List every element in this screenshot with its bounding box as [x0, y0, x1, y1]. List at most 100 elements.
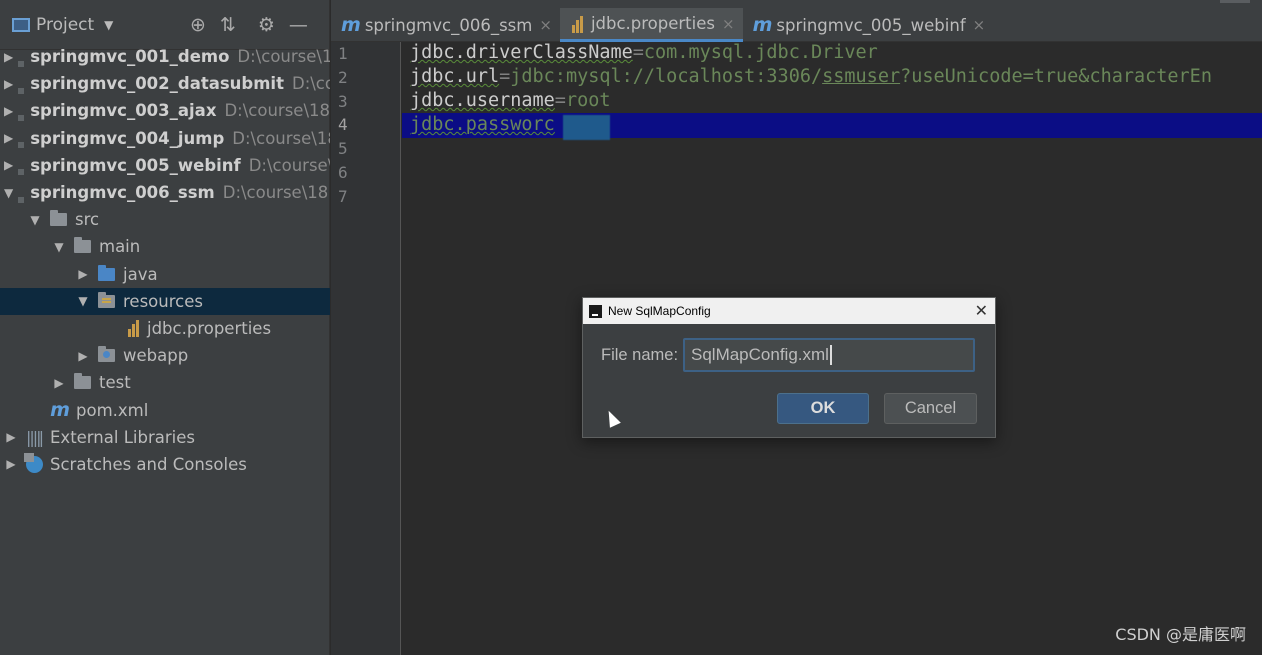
source-folder-icon: [98, 264, 115, 281]
module-name: springmvc_004_jump: [30, 128, 225, 148]
module-path: D:\course\18.Sp: [224, 101, 330, 121]
property-separator: =: [499, 66, 511, 87]
new-sqlmapconfig-dialog: New SqlMapConfig ✕ File name: SqlMapConf…: [582, 297, 996, 438]
project-icon: [12, 17, 30, 32]
dialog-titlebar[interactable]: New SqlMapConfig ✕: [583, 298, 995, 324]
close-icon[interactable]: ×: [973, 16, 986, 34]
folder-icon: [74, 373, 91, 390]
tree-item-springmvc-004-jump[interactable]: ▶ springmvc_004_jump D:\course\18.S: [0, 125, 330, 152]
ok-button[interactable]: OK: [777, 393, 869, 424]
expand-arrow-icon[interactable]: ▶: [76, 267, 90, 281]
expand-arrow-icon[interactable]: ▶: [4, 104, 13, 118]
expand-arrow-icon[interactable]: ▶: [4, 158, 13, 172]
module-name: springmvc_002_datasubmit: [30, 74, 284, 94]
expand-arrow-icon[interactable]: ▶: [4, 430, 18, 444]
file-name: pom.xml: [76, 400, 149, 420]
gear-icon[interactable]: ⚙: [258, 14, 275, 36]
tree-item-pom-xml[interactable]: m pom.xml: [0, 396, 330, 423]
code-line: jdbc.username=root: [410, 89, 611, 113]
tree-item-springmvc-002-datasubmit[interactable]: ▶ springmvc_002_datasubmit D:\cours: [0, 70, 330, 97]
project-view-dropdown[interactable]: Project: [36, 15, 94, 35]
tree-item-springmvc-006-ssm[interactable]: ▼ springmvc_006_ssm D:\course\18.Sp: [0, 179, 330, 206]
collapse-arrow-icon[interactable]: ▼: [4, 186, 13, 200]
web-folder-icon: [98, 346, 115, 363]
collapse-arrow-icon[interactable]: ▼: [76, 294, 90, 308]
collapse-arrow-icon[interactable]: ▼: [28, 213, 42, 227]
property-separator: =: [632, 42, 644, 63]
project-toolbar: ⊕ ⇅ ⚙ —: [190, 14, 308, 36]
line-number-gutter: 1 2 3 4 5 6 7: [331, 42, 401, 655]
folder-icon: [74, 237, 91, 254]
expand-arrow-icon[interactable]: ▶: [4, 131, 13, 145]
line-number: 2: [338, 68, 348, 87]
expand-arrow-icon[interactable]: ▶: [4, 77, 13, 91]
module-name: springmvc_006_ssm: [30, 183, 215, 203]
tree-item-test[interactable]: ▶ test: [0, 369, 330, 396]
line-number: 1: [338, 44, 348, 63]
expand-arrow-icon[interactable]: ▶: [76, 349, 90, 363]
property-key: jdbc.driverClassName: [410, 42, 633, 63]
tree-item-jdbc-properties[interactable]: jdbc.properties: [0, 315, 330, 342]
property-value-link: ssmuser: [822, 66, 901, 87]
expand-arrow-icon[interactable]: ▶: [52, 376, 66, 390]
expand-arrow-icon[interactable]: ▶: [4, 457, 18, 471]
tree-item-scratches[interactable]: ▶ Scratches and Consoles: [0, 451, 330, 478]
maven-icon: m: [50, 399, 70, 422]
line-number: 5: [338, 139, 348, 158]
tab-jdbc-properties[interactable]: jdbc.properties ×: [559, 8, 743, 42]
tree-item-java[interactable]: ▶ java: [0, 261, 330, 288]
property-separator: =: [554, 90, 566, 111]
tree-item-springmvc-001-demo[interactable]: ▶ springmvc_001_demo D:\course\18.S: [0, 43, 330, 70]
minimize-icon[interactable]: —: [289, 14, 308, 36]
property-value: ?useUnicode=true&characterEn: [900, 66, 1212, 87]
collapse-all-icon[interactable]: ⇅: [220, 14, 236, 36]
node-name: External Libraries: [50, 427, 195, 447]
folder-name: test: [99, 373, 131, 393]
chevron-down-icon[interactable]: ▼: [104, 18, 113, 32]
tab-springmvc-006-ssm[interactable]: m springmvc_006_ssm ×: [331, 8, 560, 42]
tree-item-resources[interactable]: ▼ resources: [0, 287, 330, 315]
project-tree: ▶ springmvc_001_demo D:\course\18.S ▶ sp…: [0, 43, 330, 478]
tree-item-springmvc-005-webinf[interactable]: ▶ springmvc_005_webinf D:\course\18.: [0, 152, 330, 179]
code-line: jdbc.driverClassName=com.mysql.jdbc.Driv…: [410, 41, 878, 65]
folder-name: src: [75, 210, 100, 230]
file-name-input-value: SqlMapConfig.xml: [691, 345, 829, 364]
tab-label: springmvc_005_webinf: [776, 15, 966, 35]
locate-icon[interactable]: ⊕: [190, 14, 206, 36]
collapse-arrow-icon[interactable]: ▼: [52, 240, 66, 254]
node-name: Scratches and Consoles: [50, 454, 247, 474]
cancel-button[interactable]: Cancel: [884, 393, 977, 424]
line-number: 3: [338, 92, 348, 111]
tab-label: jdbc.properties: [590, 14, 715, 33]
project-panel: Project ▼ ⊕ ⇅ ⚙ — ▶ springmvc_001_demo D…: [0, 0, 330, 655]
tab-label: springmvc_006_ssm: [364, 15, 533, 35]
expand-arrow-icon[interactable]: ▶: [4, 50, 13, 64]
folder-name: resources: [123, 291, 203, 311]
file-name: jdbc.properties: [147, 318, 272, 338]
resources-folder-icon: [98, 291, 115, 308]
maven-icon: m: [752, 14, 773, 36]
close-icon[interactable]: ✕: [975, 301, 988, 321]
module-name: springmvc_005_webinf: [30, 155, 241, 175]
intellij-icon: [589, 304, 602, 318]
text-caret: [829, 345, 832, 365]
tree-item-main[interactable]: ▼ main: [0, 233, 330, 260]
file-name-input[interactable]: SqlMapConfig.xml: [683, 338, 975, 372]
module-name: springmvc_003_ajax: [30, 101, 217, 121]
close-icon[interactable]: ×: [722, 15, 735, 33]
tree-item-webapp[interactable]: ▶ webapp: [0, 342, 330, 369]
code-line: jdbc.url=jdbc:mysql://localhost:3306/ssm…: [410, 65, 1212, 89]
dialog-title: New SqlMapConfig: [608, 304, 711, 318]
tab-springmvc-005-webinf[interactable]: m springmvc_005_webinf ×: [743, 8, 994, 42]
property-key: jdbc.passworc: [410, 114, 555, 135]
folder-name: main: [99, 237, 141, 257]
scratches-icon: [24, 452, 43, 473]
watermark: CSDN @是庸医啊: [1115, 625, 1246, 644]
tree-item-external-libraries[interactable]: ▶ |||‖ External Libraries: [0, 424, 330, 451]
property-value: jdbc:mysql://localhost:3306/: [510, 66, 823, 87]
property-value: root: [565, 90, 611, 111]
tree-item-springmvc-003-ajax[interactable]: ▶ springmvc_003_ajax D:\course\18.Sp: [0, 97, 330, 124]
close-icon[interactable]: ×: [539, 16, 552, 34]
folder-name: webapp: [123, 346, 189, 366]
tree-item-src[interactable]: ▼ src: [0, 206, 330, 233]
